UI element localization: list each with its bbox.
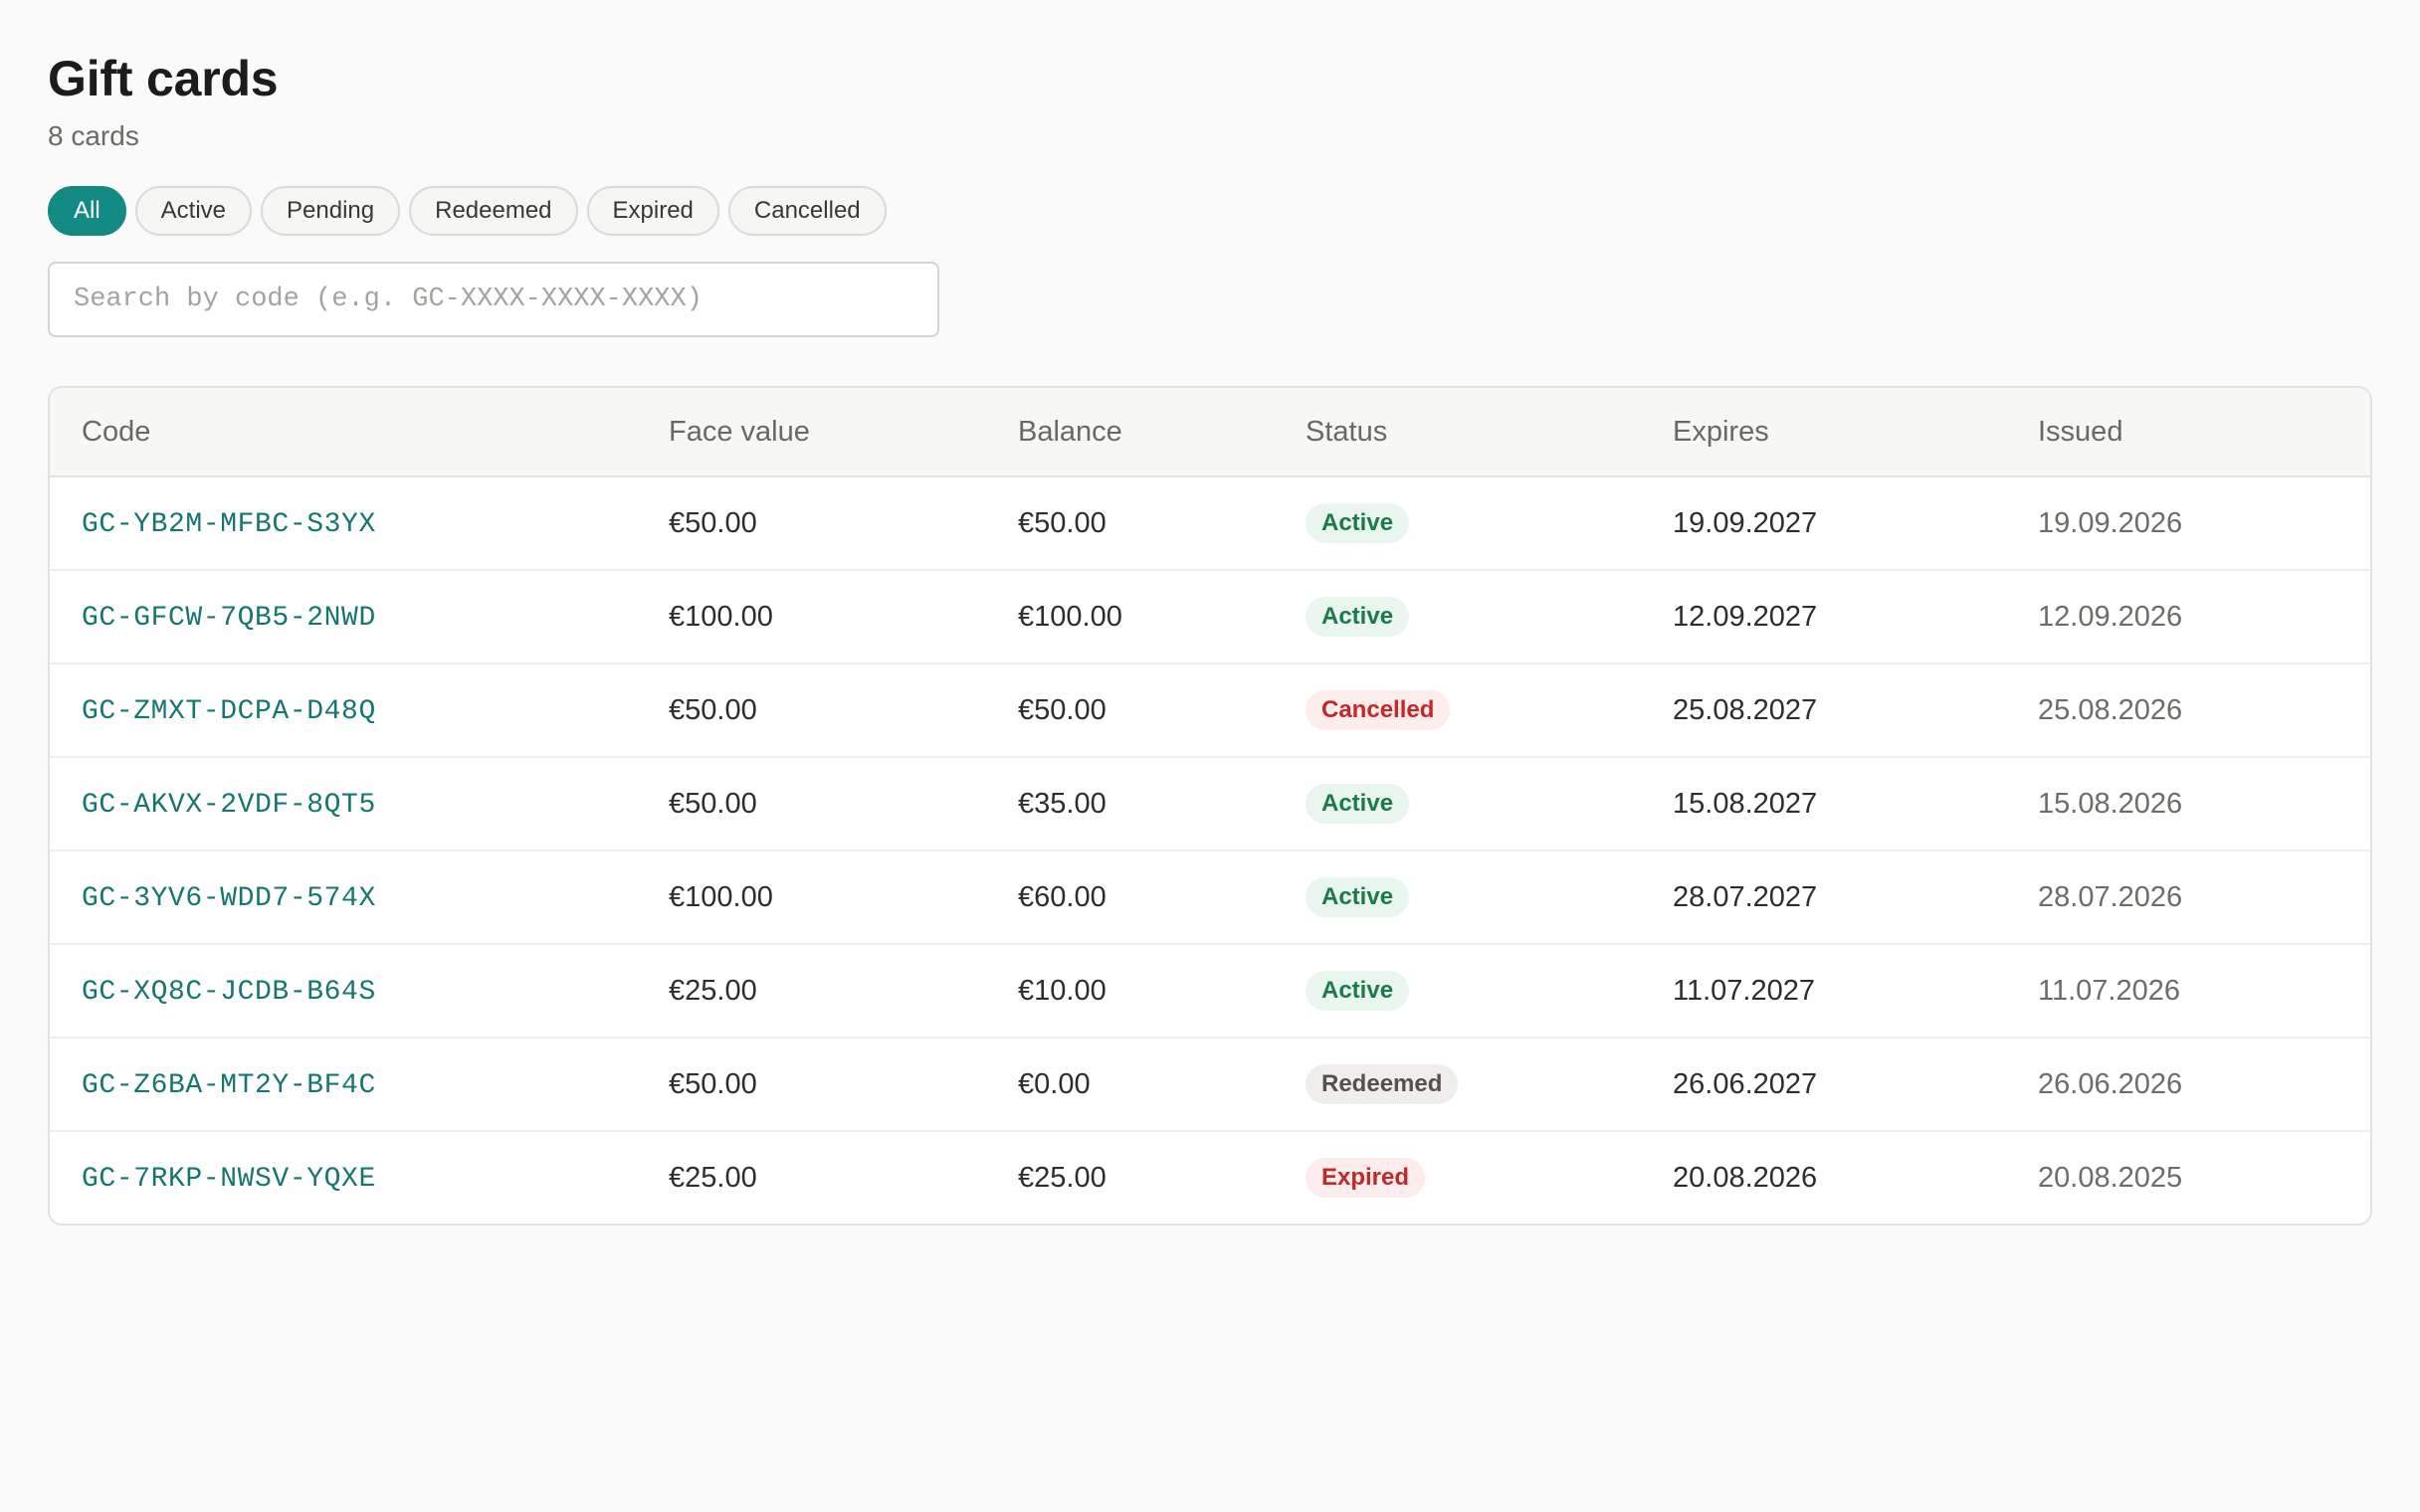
filter-chip-active[interactable]: Active [134, 186, 253, 236]
expires-cell: 28.07.2027 [1673, 850, 2038, 945]
expires-cell: 11.07.2027 [1673, 944, 2038, 1039]
column-header-issued[interactable]: Issued [2038, 388, 2370, 477]
issued-cell: 28.07.2026 [2038, 850, 2370, 945]
page-title: Gift cards [48, 51, 279, 106]
table-row[interactable]: GC-Z6BA-MT2Y-BF4C €50.00 €0.00 Redeemed … [50, 1038, 2370, 1132]
status-badge: Active [1306, 971, 1410, 1011]
gift-card-code-link[interactable]: GC-ZMXT-DCPA-D48Q [82, 696, 376, 727]
column-header-status[interactable]: Status [1306, 388, 1673, 477]
table-row[interactable]: GC-ZMXT-DCPA-D48Q €50.00 €50.00 Cancelle… [50, 663, 2370, 758]
table-row[interactable]: GC-3YV6-WDD7-574X €100.00 €60.00 Active … [50, 850, 2370, 945]
table-row[interactable]: GC-7RKP-NWSV-YQXE €25.00 €25.00 Expired … [50, 1131, 2370, 1224]
expires-cell: 26.06.2027 [1673, 1038, 2038, 1132]
status-badge: Active [1306, 597, 1410, 637]
filter-chip-cancelled[interactable]: Cancelled [727, 186, 887, 236]
balance-cell: €60.00 [1018, 850, 1306, 945]
status-badge: Expired [1306, 1158, 1426, 1198]
column-header-balance[interactable]: Balance [1018, 388, 1306, 477]
gift-card-code-link[interactable]: GC-Z6BA-MT2Y-BF4C [82, 1070, 376, 1101]
issued-cell: 15.08.2026 [2038, 757, 2370, 851]
status-badge: Cancelled [1306, 690, 1451, 730]
gift-card-code-link[interactable]: GC-XQ8C-JCDB-B64S [82, 977, 376, 1008]
face-value-cell: €50.00 [669, 1038, 1018, 1132]
face-value-cell: €50.00 [669, 476, 1018, 571]
gift-card-code-link[interactable]: GC-AKVX-2VDF-8QT5 [82, 790, 376, 821]
expires-cell: 15.08.2027 [1673, 757, 2038, 851]
face-value-cell: €50.00 [669, 757, 1018, 851]
balance-cell: €25.00 [1018, 1161, 1107, 1194]
gift-card-code-link[interactable]: GC-GFCW-7QB5-2NWD [82, 603, 376, 634]
balance-cell: €100.00 [1018, 570, 1306, 664]
filter-chip-expired[interactable]: Expired [586, 186, 719, 236]
status-badge: Active [1306, 503, 1410, 543]
balance-cell: €35.00 [1018, 757, 1306, 851]
expires-cell: 12.09.2027 [1673, 570, 2038, 664]
table-header-row: Code Face value Balance Status Expires I… [50, 388, 2370, 477]
issued-cell: 12.09.2026 [2038, 570, 2370, 664]
gift-cards-page: Gift cards 8 cards All Active Pending Re… [0, 0, 2420, 1512]
issued-cell: 11.07.2026 [2038, 944, 2370, 1039]
column-header-expires[interactable]: Expires [1673, 388, 2038, 477]
balance-cell: €10.00 [1018, 944, 1306, 1039]
expires-cell: 25.08.2027 [1673, 663, 2038, 758]
face-value-cell: €25.00 [669, 1161, 757, 1194]
issued-cell: 26.06.2026 [2038, 1038, 2370, 1132]
status-filter-bar: All Active Pending Redeemed Expired Canc… [48, 186, 2372, 238]
table-row[interactable]: GC-XQ8C-JCDB-B64S €25.00 €10.00 Active 1… [50, 944, 2370, 1039]
expires-cell: 19.09.2027 [1673, 476, 2038, 571]
search-input[interactable] [48, 262, 939, 337]
gift-card-code-link[interactable]: GC-7RKP-NWSV-YQXE [82, 1164, 376, 1195]
issued-cell: 20.08.2025 [2038, 1161, 2183, 1194]
balance-cell: €50.00 [1018, 663, 1306, 758]
gift-cards-table: Code Face value Balance Status Expires I… [50, 388, 2370, 1224]
table-row[interactable]: GC-AKVX-2VDF-8QT5 €50.00 €35.00 Active 1… [50, 757, 2370, 851]
issued-cell: 25.08.2026 [2038, 663, 2370, 758]
status-badge: Active [1306, 784, 1410, 824]
filter-chip-pending[interactable]: Pending [261, 186, 401, 236]
face-value-cell: €100.00 [669, 850, 1018, 945]
gift-card-code-link[interactable]: GC-3YV6-WDD7-574X [82, 883, 376, 914]
issued-cell: 19.09.2026 [2038, 476, 2370, 571]
status-badge: Active [1306, 877, 1410, 917]
column-header-face-value[interactable]: Face value [669, 388, 1018, 477]
column-header-code[interactable]: Code [50, 388, 669, 477]
table-row[interactable]: GC-YB2M-MFBC-S3YX €50.00 €50.00 Active 1… [50, 476, 2370, 571]
table-row[interactable]: GC-GFCW-7QB5-2NWD €100.00 €100.00 Active… [50, 570, 2370, 664]
gift-cards-table-card: Code Face value Balance Status Expires I… [48, 386, 2372, 1226]
face-value-cell: €50.00 [669, 663, 1018, 758]
gift-card-code-link[interactable]: GC-YB2M-MFBC-S3YX [82, 509, 376, 540]
balance-cell: €0.00 [1018, 1038, 1306, 1132]
face-value-cell: €100.00 [669, 570, 1018, 664]
card-count: 8 cards [48, 120, 139, 151]
status-badge: Redeemed [1306, 1064, 1459, 1104]
balance-cell: €50.00 [1018, 476, 1306, 571]
expires-cell: 20.08.2026 [1673, 1161, 1818, 1194]
face-value-cell: €25.00 [669, 944, 1018, 1039]
filter-chip-all[interactable]: All [48, 186, 126, 236]
filter-chip-redeemed[interactable]: Redeemed [409, 186, 578, 236]
